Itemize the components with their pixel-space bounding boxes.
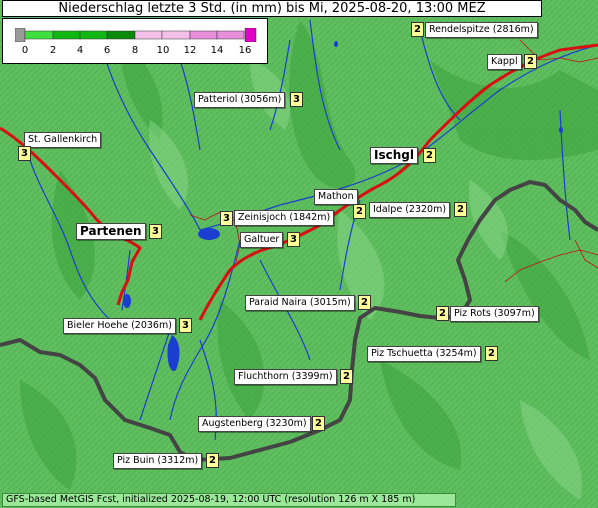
place-value-galtuer: 3 (287, 232, 300, 247)
legend-band-6-8 (106, 30, 136, 40)
place-label-st-gallenkirch[interactable]: St. Gallenkirch (24, 132, 102, 148)
legend-band-10-12 (161, 30, 191, 40)
place-value-kappl: 2 (524, 54, 537, 69)
place-label-zeinisjoch[interactable]: Zeinisjoch (1842m) (234, 210, 335, 226)
legend-tick: 8 (131, 45, 139, 56)
place-value-rendelspitze: 2 (411, 22, 424, 37)
map-title: Niederschlag letzte 3 Std. (in mm) bis M… (2, 0, 542, 17)
place-value-idalpe: 2 (454, 202, 467, 217)
legend-band-4-6 (79, 30, 108, 40)
legend-band-14-16 (216, 30, 245, 40)
forecast-footer: GFS-based MetGIS Fcst, initialized 2025-… (2, 493, 456, 507)
place-value-fluchthorn: 2 (340, 369, 353, 384)
legend-band-12-14 (189, 30, 218, 40)
legend-color-bar (15, 28, 257, 42)
place-label-partenen[interactable]: Partenen (76, 223, 146, 240)
place-value-ischgl: 2 (423, 148, 436, 163)
precipitation-legend: 0 2 4 6 8 10 12 14 16 (2, 18, 268, 64)
place-label-kappl[interactable]: Kappl (487, 54, 522, 70)
legend-band-2-4 (52, 30, 81, 40)
place-label-paraid-naira[interactable]: Paraid Naira (3015m) (245, 295, 355, 311)
place-label-idalpe[interactable]: Idalpe (2320m) (369, 202, 451, 218)
legend-tick: 0 (21, 45, 29, 56)
place-label-ischgl[interactable]: Ischgl (370, 147, 418, 164)
place-value-mathon: 2 (353, 204, 366, 219)
legend-tick: 10 (156, 45, 170, 56)
place-value-piz-buin: 2 (206, 453, 219, 468)
legend-below-range-swatch (15, 28, 26, 42)
place-value-bieler-hoehe: 3 (179, 318, 192, 333)
legend-band-0-2 (24, 30, 54, 40)
place-value-partenen: 3 (149, 224, 162, 239)
legend-tick: 4 (76, 45, 84, 56)
place-value-piz-rots: 2 (436, 306, 449, 321)
place-label-piz-rots[interactable]: Piz Rots (3097m) (450, 306, 539, 322)
place-label-patteriol[interactable]: Patteriol (3056m) (194, 92, 286, 108)
place-label-piz-tschuetta[interactable]: Piz Tschuetta (3254m) (367, 346, 481, 362)
place-label-piz-buin[interactable]: Piz Buin (3312m) (113, 453, 203, 469)
place-label-rendelspitze[interactable]: Rendelspitze (2816m) (425, 22, 538, 38)
legend-tick-labels: 0 2 4 6 8 10 12 14 16 (3, 45, 269, 59)
place-label-fluchthorn[interactable]: Fluchthorn (3399m) (234, 369, 337, 385)
place-label-mathon[interactable]: Mathon (314, 189, 358, 205)
place-value-augstenberg: 2 (312, 416, 325, 431)
legend-tick: 6 (103, 45, 111, 56)
place-value-st-gallenkirch: 3 (18, 146, 31, 161)
place-label-galtuer[interactable]: Galtuer (240, 232, 284, 248)
place-label-augstenberg[interactable]: Augstenberg (3230m) (198, 416, 311, 432)
legend-above-range-swatch (244, 28, 257, 42)
place-value-patteriol: 3 (290, 92, 303, 107)
place-value-zeinisjoch: 3 (220, 211, 233, 226)
legend-tick: 12 (183, 45, 197, 56)
legend-tick: 14 (210, 45, 224, 56)
place-value-paraid-naira: 2 (358, 295, 371, 310)
place-label-bieler-hoehe[interactable]: Bieler Hoehe (2036m) (63, 318, 176, 334)
map-stage: Niederschlag letzte 3 Std. (in mm) bis M… (0, 0, 598, 508)
legend-band-8-10 (134, 30, 163, 40)
legend-tick: 2 (49, 45, 57, 56)
legend-tick: 16 (238, 45, 252, 56)
place-value-piz-tschuetta: 2 (485, 346, 498, 361)
